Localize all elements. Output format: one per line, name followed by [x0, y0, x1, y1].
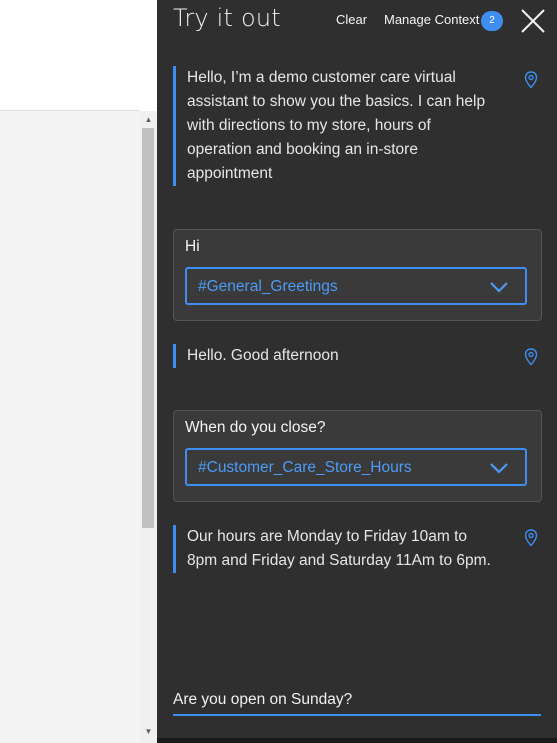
message-line: operation and booking an in-store	[187, 141, 418, 158]
try-it-out-panel: Try it out Clear Manage Context 2 Hello,…	[157, 0, 557, 743]
message-line: Hello. Good afternoon	[187, 347, 339, 364]
bot-message: Our hours are Monday to Friday 10am to 8…	[173, 525, 527, 573]
message-line: Our hours are Monday to Friday 10am to	[187, 528, 467, 545]
message-line: with directions to my store, hours of	[187, 117, 431, 134]
user-message-card: Hi #General_Greetings	[173, 229, 542, 321]
background-app-header	[0, 0, 140, 111]
clear-button[interactable]: Clear	[336, 12, 367, 27]
location-pin-icon[interactable]	[524, 71, 538, 89]
intent-selected-value: #Customer_Care_Store_Hours	[198, 459, 412, 476]
scroll-up-arrow-icon[interactable]: ▲	[140, 113, 157, 127]
message-line: Hello, I’m a demo customer care virtual	[187, 69, 456, 86]
chevron-down-icon	[490, 463, 508, 474]
vertical-scrollbar[interactable]: ▲ ▼	[140, 111, 157, 743]
close-button[interactable]	[520, 8, 546, 34]
intent-selected-value: #General_Greetings	[198, 278, 338, 295]
scrollbar-thumb[interactable]	[142, 128, 154, 528]
panel-title: Try it out	[173, 4, 281, 32]
user-message-card: When do you close? #Customer_Care_Store_…	[173, 410, 542, 502]
background-app-content	[0, 111, 140, 743]
chevron-down-icon	[490, 282, 508, 293]
intent-dropdown[interactable]: #General_Greetings	[185, 267, 527, 305]
panel-bottom-edge	[157, 738, 557, 743]
location-pin-icon[interactable]	[524, 348, 538, 366]
manage-context-button[interactable]: Manage Context	[384, 12, 479, 27]
close-icon	[521, 9, 545, 33]
scroll-down-arrow-icon[interactable]: ▼	[140, 725, 157, 739]
bot-message: Hello. Good afternoon	[173, 344, 527, 368]
intent-dropdown[interactable]: #Customer_Care_Store_Hours	[185, 448, 527, 486]
user-message-text: Hi	[185, 238, 200, 255]
user-message-text: When do you close?	[185, 419, 326, 436]
message-input-container	[173, 688, 541, 716]
location-pin-icon[interactable]	[524, 529, 538, 547]
message-line: assistant to show you the basics. I can …	[187, 93, 486, 110]
message-input[interactable]	[173, 691, 541, 709]
message-line: appointment	[187, 165, 273, 182]
background-app: ▲ ▼	[0, 0, 157, 743]
message-line: 8pm and Friday and Saturday 11Am to 6pm.	[187, 552, 491, 569]
bot-message: Hello, I’m a demo customer care virtual …	[173, 66, 527, 186]
context-count-badge[interactable]: 2	[481, 11, 503, 31]
